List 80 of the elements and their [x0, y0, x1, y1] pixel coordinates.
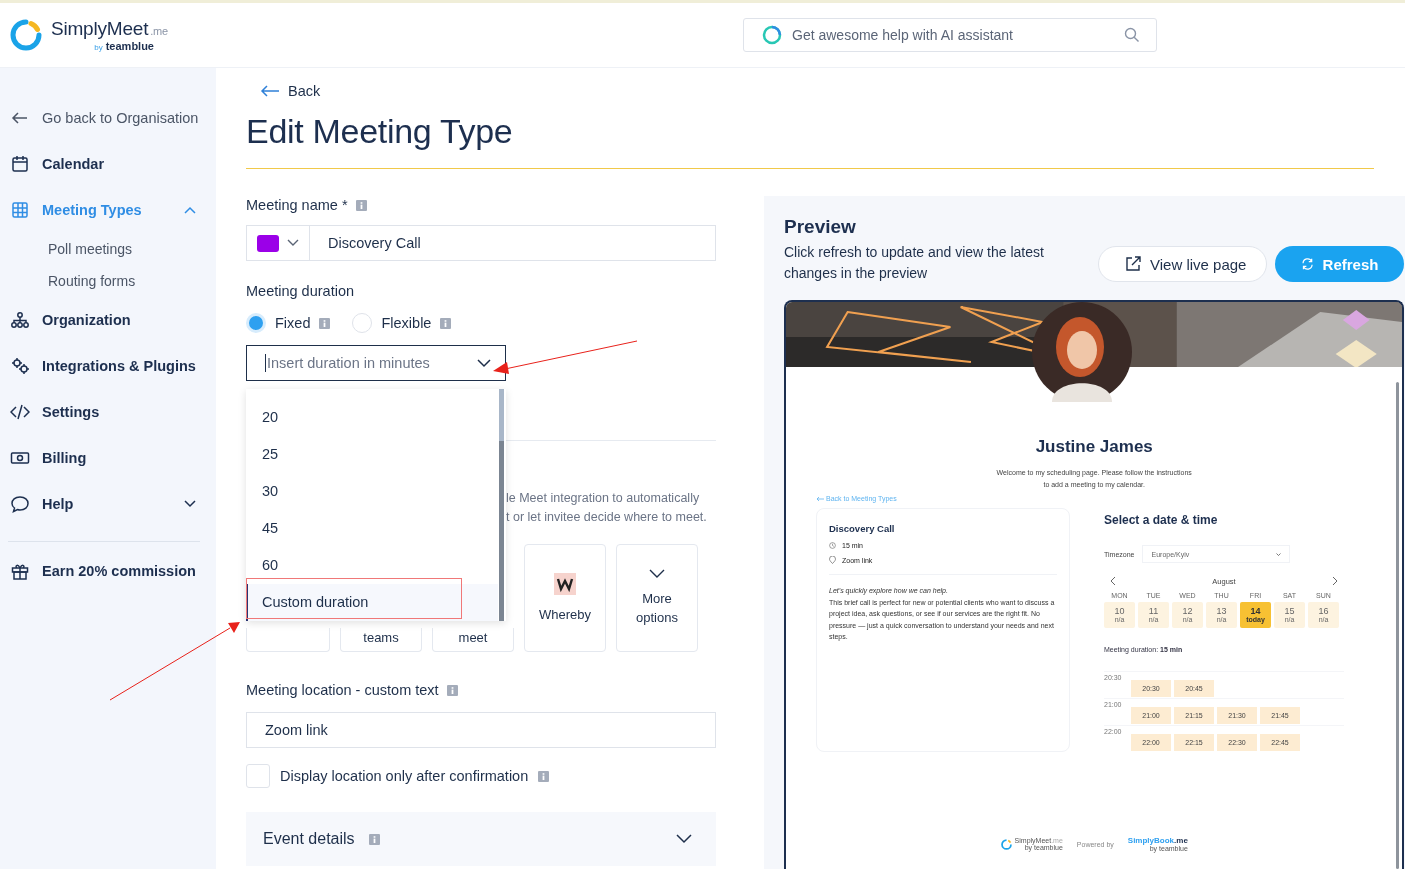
sidebar-subitem[interactable]: Routing forms — [0, 265, 216, 297]
sidebar-icon — [10, 494, 30, 514]
color-picker[interactable] — [246, 225, 310, 261]
field-label: Meeting duration — [246, 283, 354, 299]
refresh-icon — [1301, 256, 1315, 272]
location-card[interactable]: teams — [340, 628, 422, 652]
event-details-accordion[interactable]: Event details — [246, 812, 716, 866]
ai-ring-icon — [762, 25, 782, 45]
sidebar-subitem[interactable]: Poll meetings — [0, 233, 216, 265]
external-link-icon — [1124, 255, 1142, 273]
field-label: Meeting name * — [246, 197, 348, 213]
scrollbar[interactable] — [1396, 382, 1400, 869]
radio-label: Flexible — [381, 315, 432, 331]
dropdown-option[interactable]: 60 — [246, 547, 498, 584]
info-icon — [446, 684, 458, 696]
sidebar-item[interactable]: Billing — [0, 435, 216, 481]
radio-label: Fixed — [275, 315, 311, 331]
location-text-field[interactable]: Zoom link — [246, 712, 716, 748]
view-page-button[interactable]: View live page — [1098, 246, 1268, 282]
brand-name: SimplyBook.me — [1127, 836, 1188, 845]
search-icon — [1124, 27, 1140, 43]
host-name: Justine James — [1034, 437, 1154, 457]
chevron-icon — [1276, 552, 1282, 556]
dropdown-option[interactable]: 30 — [246, 473, 498, 510]
sidebar-item[interactable]: Integrations & Plugins — [0, 343, 216, 389]
location-card[interactable]: Whereby — [524, 544, 606, 652]
preview-title: Preview — [784, 216, 857, 238]
sidebar-icon — [10, 154, 30, 174]
location-pin-icon — [829, 556, 836, 564]
info-icon — [538, 770, 550, 782]
sidebar-item[interactable]: Go back to Organisation — [0, 95, 216, 141]
sidebar-item[interactable]: Organization — [0, 297, 216, 343]
info-icon — [368, 833, 380, 845]
arrow-left-icon — [260, 85, 280, 97]
preview-description: Click refresh to update and view the latest changes in the preview — [784, 243, 1045, 283]
arrow-left-icon — [816, 495, 824, 502]
page-title: Edit Meeting Type — [246, 112, 514, 152]
chevron-left-icon[interactable] — [1110, 576, 1116, 586]
chevron-down-icon — [287, 239, 299, 247]
checkbox[interactable] — [246, 764, 270, 788]
back-link[interactable]: Back — [246, 80, 716, 102]
radio-button[interactable] — [246, 313, 266, 333]
logo-icon — [10, 19, 42, 51]
description-text: t or let invitee decide where to meet. — [506, 509, 708, 526]
sidebar-item[interactable]: Help — [0, 481, 216, 527]
sidebar-item[interactable]: Calendar — [0, 141, 216, 187]
ai-search-field[interactable]: Get awesome help with AI assistant — [743, 18, 1157, 52]
location-card[interactable]: More options — [616, 544, 698, 652]
sidebar-icon — [10, 402, 30, 422]
duration-select[interactable]: Insert duration in minutes — [246, 345, 506, 381]
clock-icon — [829, 542, 836, 549]
meeting-name-field[interactable]: Discovery Call — [310, 225, 716, 261]
dropdown-option[interactable]: 20 — [246, 399, 498, 436]
logo-byline: by teamblue — [94, 40, 154, 52]
sidebar-icon — [10, 356, 30, 376]
chevron-down-icon — [649, 569, 665, 579]
dropdown-option[interactable]: 45 — [246, 510, 498, 547]
whereby-logo-icon — [554, 572, 576, 595]
field-label: Meeting location - custom text — [246, 682, 439, 698]
info-icon — [440, 317, 452, 329]
chevron-right-icon[interactable] — [1332, 576, 1338, 586]
search-input[interactable]: Get awesome help with AI assistant — [790, 26, 1116, 44]
info-icon — [319, 317, 331, 329]
location-card[interactable]: meet — [432, 628, 514, 652]
scrollbar[interactable] — [499, 389, 504, 621]
logo-icon — [1000, 838, 1012, 850]
logo-name: SimplyMeet.me — [51, 18, 168, 40]
chevron-icon — [676, 834, 692, 844]
sidebar-icon — [10, 310, 30, 330]
sidebar-icon — [10, 200, 30, 220]
chevron-icon — [477, 358, 491, 368]
dropdown-option[interactable]: Custom duration — [246, 584, 498, 621]
dropdown-option[interactable]: 25 — [246, 436, 498, 473]
meeting-title: Discovery Call — [829, 523, 896, 534]
checkbox-label: Display location only after confirmation — [280, 768, 529, 784]
sidebar-item[interactable]: Earn 20% commission — [0, 548, 216, 594]
description-text: le Meet integration to automatically — [506, 490, 701, 507]
booking-title: Select a date & time — [1104, 513, 1219, 527]
sidebar-item[interactable]: Settings — [0, 389, 216, 435]
info-icon — [355, 199, 367, 211]
